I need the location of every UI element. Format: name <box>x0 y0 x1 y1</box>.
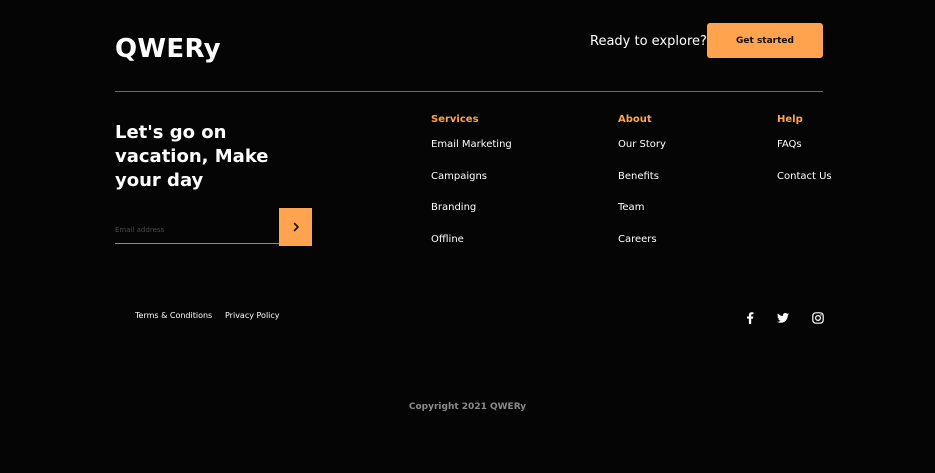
link-email-marketing[interactable]: Email Marketing <box>431 138 512 152</box>
link-benefits[interactable]: Benefits <box>618 170 666 184</box>
column-heading-help: Help <box>777 114 803 125</box>
link-faqs[interactable]: FAQs <box>777 138 832 152</box>
link-our-story[interactable]: Our Story <box>618 138 666 152</box>
cta-text: Ready to explore? <box>590 34 707 49</box>
privacy-link[interactable]: Privacy Policy <box>225 311 280 320</box>
link-offline[interactable]: Offline <box>431 233 512 247</box>
terms-link[interactable]: Terms & Conditions <box>135 311 212 320</box>
get-started-button[interactable]: Get started <box>707 23 823 58</box>
email-input[interactable] <box>115 216 279 243</box>
facebook-icon[interactable] <box>743 311 757 325</box>
footer-column-help: Help FAQs Contact Us <box>777 113 832 184</box>
link-branding[interactable]: Branding <box>431 201 512 215</box>
email-field-wrapper <box>115 216 279 244</box>
footer-column-services: Services Email Marketing Campaigns Brand… <box>431 113 512 247</box>
logo[interactable]: QWERy <box>115 34 221 64</box>
link-team[interactable]: Team <box>618 201 666 215</box>
link-contact-us[interactable]: Contact Us <box>777 170 832 184</box>
twitter-icon[interactable] <box>776 311 790 325</box>
email-submit-button[interactable] <box>279 208 312 246</box>
chevron-right-icon <box>293 222 299 232</box>
column-heading-about: About <box>618 114 652 125</box>
link-careers[interactable]: Careers <box>618 233 666 247</box>
copyright: Copyright 2021 QWERy <box>408 402 527 412</box>
newsletter-tagline: Let's go on vacation, Make your day <box>115 122 269 191</box>
instagram-icon[interactable] <box>811 311 825 325</box>
link-campaigns[interactable]: Campaigns <box>431 170 512 184</box>
footer-column-about: About Our Story Benefits Team Careers <box>618 113 666 247</box>
column-heading-services: Services <box>431 114 479 125</box>
divider <box>115 91 823 92</box>
